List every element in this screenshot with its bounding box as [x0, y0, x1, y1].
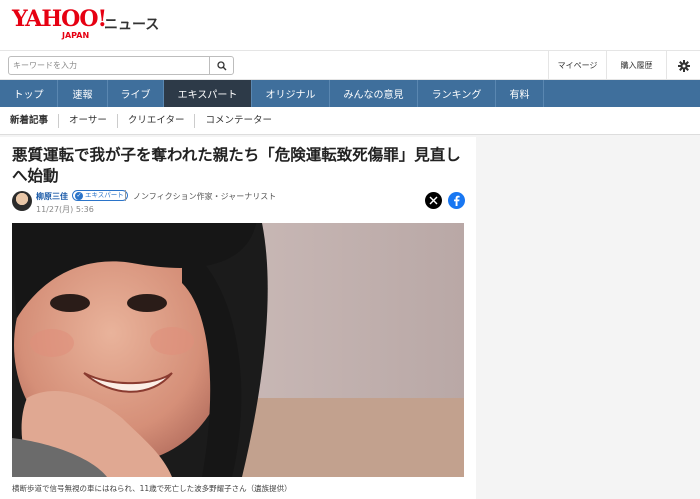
search-input[interactable]	[9, 57, 209, 74]
article-headline: 悪質運転で我が子を奪われた親たち「危険運転致死傷罪」見直しへ始動	[12, 146, 461, 185]
purchase-history-label: 購入履歴	[620, 61, 653, 70]
share-x-button[interactable]	[425, 192, 442, 209]
nav-label: トップ	[13, 90, 44, 101]
author-role: ノンフィクション作家・ジャーナリスト	[133, 192, 277, 201]
article-card: 悪質運転で我が子を奪われた親たち「危険運転致死傷罪」見直しへ始動 柳原三佳 ✓ …	[0, 137, 476, 499]
site-header: YAHOO! JAPAN ニュース	[0, 0, 700, 50]
nav-label: エキスパート	[177, 90, 238, 101]
subnav-authors[interactable]: オーサー	[59, 113, 118, 128]
nav-label: オリジナル	[265, 90, 316, 101]
facebook-icon	[454, 195, 460, 206]
subnav-new-articles[interactable]: 新着記事	[0, 113, 60, 128]
nav-label: 有料	[509, 90, 530, 101]
gear-icon	[677, 59, 690, 72]
nav-breaking[interactable]: 速報	[58, 80, 108, 107]
author-name[interactable]: 柳原三佳	[36, 191, 68, 202]
settings-button[interactable]	[666, 51, 700, 80]
search-box	[8, 56, 234, 75]
nav-expert[interactable]: エキスパート	[164, 80, 252, 107]
search-icon	[216, 60, 226, 70]
x-icon	[429, 196, 438, 205]
right-column	[476, 137, 700, 499]
photo-illustration	[12, 223, 464, 477]
main-nav: トップ 速報 ライブ エキスパート オリジナル みんなの意見 ランキング 有料	[0, 80, 700, 107]
purchase-history-link[interactable]: 購入履歴	[606, 51, 666, 80]
nav-top[interactable]: トップ	[0, 80, 58, 107]
nav-label: みんなの意見	[343, 90, 404, 101]
section-title[interactable]: ニュース	[104, 14, 159, 34]
article-date: 11/27(月) 5:36	[36, 205, 94, 214]
nav-ranking[interactable]: ランキング	[418, 80, 496, 107]
author-avatar[interactable]	[12, 191, 32, 211]
nav-opinions[interactable]: みんなの意見	[330, 80, 418, 107]
photo-caption: 横断歩道で信号無視の車にはねられ、11歳で死亡した波多野耀子さん（遺族提供）	[12, 484, 292, 493]
mypage-link[interactable]: マイページ	[548, 51, 606, 80]
check-icon: ✓	[75, 192, 83, 200]
search-row: マイページ 購入履歴	[0, 50, 700, 80]
expert-badge: ✓ エキスパート	[72, 190, 128, 201]
mypage-label: マイページ	[557, 61, 598, 70]
share-facebook-button[interactable]	[448, 192, 465, 209]
search-button[interactable]	[209, 57, 233, 74]
nav-label: ライブ	[120, 90, 151, 101]
nav-label: ランキング	[431, 90, 482, 101]
subnav-commentators[interactable]: コメンテーター	[195, 114, 282, 128]
nav-original[interactable]: オリジナル	[252, 80, 330, 107]
logo-sub: JAPAN	[62, 31, 90, 40]
nav-paid[interactable]: 有料	[496, 80, 544, 107]
divider	[125, 190, 126, 201]
nav-label: 速報	[72, 90, 93, 101]
nav-live[interactable]: ライブ	[108, 80, 164, 107]
logo-wordmark: YAHOO!	[12, 6, 107, 32]
article-photo[interactable]	[12, 223, 464, 477]
badge-label: エキスパート	[85, 191, 124, 199]
sub-nav: 新着記事 オーサー クリエイター コメンテーター	[0, 107, 700, 135]
yahoo-japan-logo[interactable]: YAHOO! JAPAN	[12, 6, 107, 40]
subnav-creators[interactable]: クリエイター	[118, 113, 196, 128]
